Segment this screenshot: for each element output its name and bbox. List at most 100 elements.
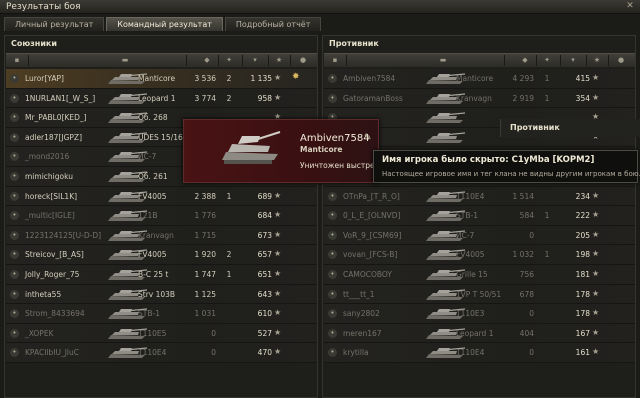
damage-value: 584 [519, 211, 534, 221]
tank-name: Kranvagn [456, 93, 492, 103]
table-row[interactable]: • _XOPEK T110E5 0 527 ★ [6, 323, 317, 344]
table-row[interactable]: • _multic[IGLE] 121B 1 776 684 ★ [6, 206, 317, 226]
xp-value: 415 [575, 74, 590, 83]
table-row[interactable]: • VoR_9_[CSM69] ИС-7 0 205 ★ [324, 225, 635, 246]
tank-name: T110E3 [456, 309, 485, 319]
close-icon[interactable]: ✕ [624, 1, 636, 12]
tank-name: UDES 15/16 [138, 132, 183, 142]
hidden-name-description: Настоящее игровое имя и тег клана не вид… [382, 170, 640, 178]
table-row[interactable]: • sany2802 T110E3 0 178 ★ [324, 304, 635, 324]
damage-value: 3 536 [194, 74, 216, 83]
player-badge-icon: • [10, 93, 19, 103]
tab-team-result[interactable]: Командный результат [106, 17, 223, 31]
table-row[interactable]: • Ambiven7584 Manticore 4 293 1 415 ★ [324, 69, 635, 89]
tank-name: STB-1 [456, 211, 478, 221]
table-row[interactable]: • CAMOCOBOY Grille 15 756 181 ★ [324, 264, 635, 285]
tank-name: Strv 103B [138, 289, 176, 299]
star-icon: ★ [592, 92, 600, 102]
table-row[interactable]: • KPACIlbIU_JluC T110E4 0 470 ★ [6, 343, 317, 363]
xp-value: 470 [257, 348, 272, 358]
xp-value: 205 [575, 230, 590, 240]
player-badge-icon: • [328, 289, 337, 299]
damage-value: 1 920 [194, 250, 216, 260]
damage-value: 1 031 [194, 309, 216, 319]
medal-column-icon[interactable]: ● [294, 55, 312, 66]
sort-column-icon[interactable]: ▾ [246, 55, 264, 66]
player-name: Jolly_Roger_75 [25, 269, 80, 279]
tank-name: Об. 268 [138, 113, 168, 123]
table-row[interactable]: • horeck[SIL1K] FV4005 2 388 1 689 ★ [6, 186, 317, 207]
hidden-name-tooltip: Имя игрока было скрыто: C1yMba [KOPM2] Н… [373, 150, 640, 183]
table-row[interactable]: • 1223124125[U-D-D] Kranvagn 1 715 673 ★ [6, 225, 317, 246]
table-row[interactable]: • Streicov_[B_AS] FV4005 1 920 2 657 ★ [6, 245, 317, 265]
table-row[interactable]: • GatoramanBoss Kranvagn 2 919 1 354 ★ [324, 88, 635, 109]
tank-name: Grille 15 [456, 269, 488, 279]
xp-value: 234 [575, 191, 590, 201]
star-icon[interactable]: ★ [588, 55, 606, 66]
damage-value: 2 919 [512, 93, 534, 103]
xp-value: 684 [257, 211, 272, 221]
tank-name: Об. 261 [138, 171, 168, 181]
table-row[interactable]: • OTnPa_[T_R_O] T110E4 1 514 234 ★ [324, 186, 635, 207]
xp-value: 958 [257, 93, 272, 103]
table-row[interactable]: • Jolly_Roger_75 B-C 25 t 1 747 1 651 ★ [6, 264, 317, 285]
allies-panel: Союзники ▪ ▬ ◆ ✦ ▾ ★ ● • Luror[YAP] Mantic… [4, 35, 318, 398]
tank-name: B-C 25 t [138, 269, 169, 279]
table-row[interactable]: • intheta55 Strv 103B 1 125 643 ★ [6, 284, 317, 305]
star-icon: ★ [592, 288, 600, 298]
tab-detailed-report[interactable]: Подробный отчёт [224, 17, 322, 31]
player-badge-icon: • [10, 309, 19, 319]
enemies-list: • Ambiven7584 Manticore 4 293 1 415 ★ • Gatorama… [324, 69, 635, 363]
squad-column-icon[interactable]: ▪ [8, 55, 26, 66]
xp-value: 198 [575, 250, 590, 260]
player-name: Ambiven7584 [343, 74, 396, 83]
player-name: Luror[YAP] [25, 74, 64, 83]
frags-value: 2 [226, 250, 232, 260]
damage-column-icon[interactable]: ◆ [198, 55, 216, 66]
anonymizer-icon: ✎ [364, 133, 372, 143]
damage-value: 2 388 [194, 191, 216, 201]
allies-table-header: ▪ ▬ ◆ ✦ ▾ ★ ● [6, 53, 317, 67]
xp-value: 527 [257, 328, 272, 338]
player-name: vovan_[FCS-B] [343, 250, 398, 260]
medal-column-icon[interactable]: ● [612, 55, 630, 66]
player-badge-icon: • [10, 269, 19, 279]
frags-column-icon[interactable]: ✦ [538, 55, 556, 66]
squad-column-icon[interactable]: ▪ [326, 55, 344, 66]
tank-column-icon[interactable]: ▬ [116, 55, 134, 66]
star-icon: ★ [274, 92, 282, 102]
player-badge-icon: • [10, 191, 19, 201]
table-row[interactable]: • Strom_8433694 STB-1 1 031 610 ★ [6, 304, 317, 324]
table-row[interactable]: • 1NURLAN1[_W_S_] Leopard 1 3 774 2 958 ★ [6, 88, 317, 109]
table-row[interactable]: • tt___tt_1 TVP T 50/51 678 178 ★ [324, 284, 635, 305]
table-row[interactable]: • krytilla T110E4 0 161 ★ [324, 343, 635, 363]
star-icon: ★ [592, 308, 600, 318]
player-badge-icon: • [10, 250, 19, 260]
table-row[interactable]: • vovan_[FCS-B] FV4005 1 032 1 198 ★ [324, 245, 635, 265]
damage-value: 4 293 [512, 74, 534, 83]
player-badge-icon: • [328, 348, 337, 358]
star-icon[interactable]: ★ [270, 55, 288, 66]
frags-column-icon[interactable]: ✦ [220, 55, 238, 66]
star-icon: ★ [274, 229, 282, 239]
damage-value: 404 [519, 328, 534, 338]
damage-value: 1 776 [194, 211, 216, 221]
damage-value: 0 [529, 309, 534, 319]
tank-name: T110E4 [138, 348, 167, 358]
xp-value: 167 [575, 328, 590, 338]
player-name: Streicov_[B_AS] [25, 250, 84, 260]
damage-value: 0 [529, 230, 534, 240]
player-badge-icon: • [10, 113, 19, 123]
tank-name: Manticore [456, 74, 494, 83]
tab-personal-result[interactable]: Личный результат [4, 17, 105, 31]
star-icon: ★ [592, 268, 600, 278]
damage-column-icon[interactable]: ◆ [516, 55, 534, 66]
table-row[interactable]: • meren167 Leopard 1 404 167 ★ [324, 323, 635, 344]
table-row[interactable]: • Luror[YAP] Manticore 3 536 2 1 135 ★ ✸ [6, 69, 317, 89]
player-badge-icon: • [328, 211, 337, 221]
tank-column-icon[interactable]: ▬ [434, 55, 452, 66]
sort-column-icon[interactable]: ▾ [564, 55, 582, 66]
player-badge-icon: • [328, 328, 337, 338]
table-row[interactable]: • 0_L_E_[OLNVD] STB-1 584 1 222 ★ [324, 206, 635, 226]
tank-name: ИС-7 [138, 152, 157, 162]
